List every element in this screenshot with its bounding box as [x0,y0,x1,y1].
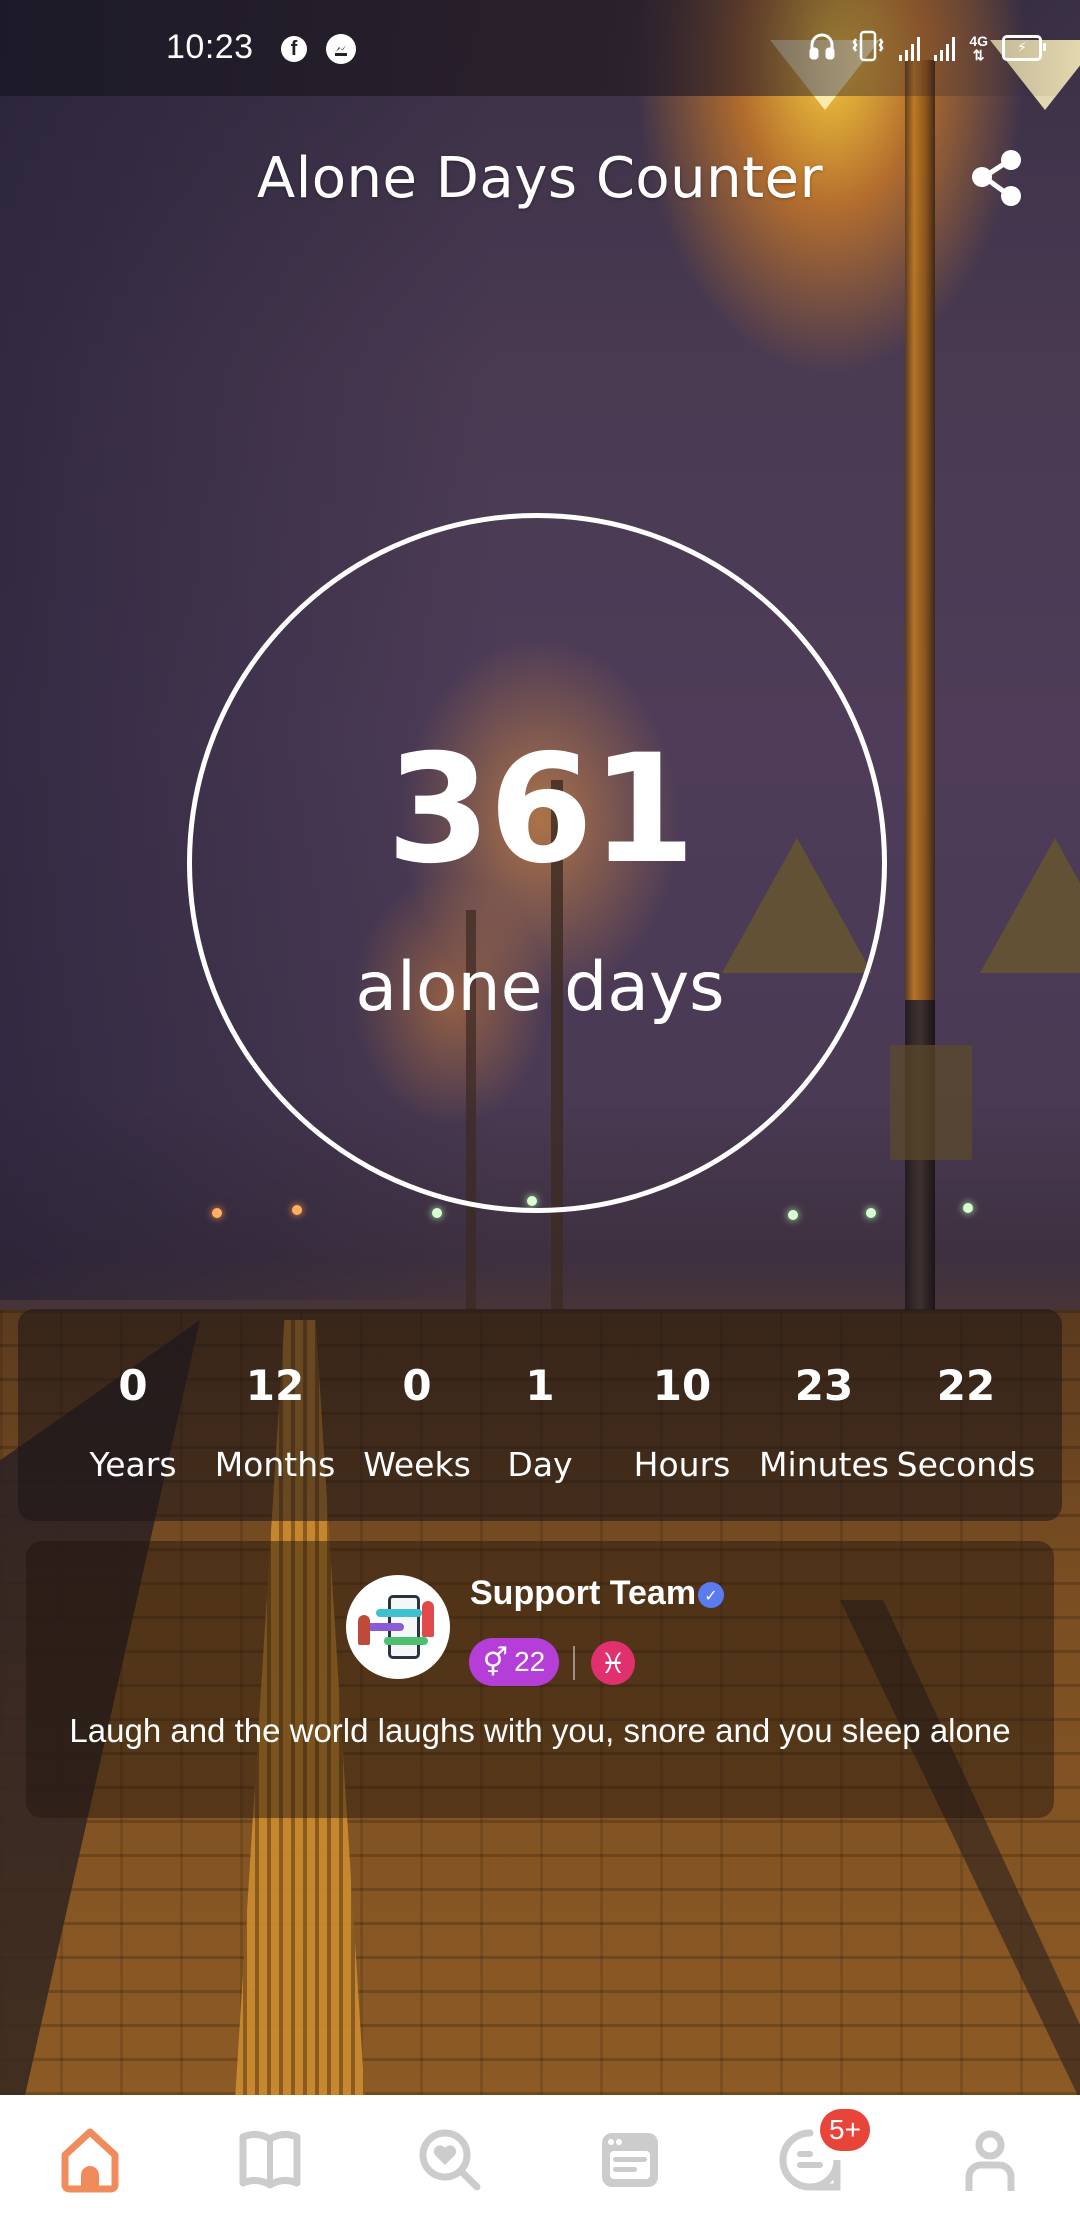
stat-value: 1 [525,1361,555,1410]
home-icon [61,2128,119,2193]
stat-seconds: 22 Seconds [895,1309,1037,1521]
battery-charging-icon: ⚡ [1002,35,1046,61]
quote-text: Laugh and the world laughs with you, sno… [69,1712,1011,1749]
messenger-icon [326,34,356,64]
divider [573,1646,575,1680]
news-icon [602,2133,658,2187]
bottom-nav: 5+ [0,2095,1080,2218]
4g-icon: 4G ⇅ [969,33,988,63]
days-count: 361 [386,723,695,897]
nav-messages[interactable]: 5+ [720,2095,900,2218]
stat-minutes: 23 Minutes [753,1309,895,1521]
stat-value: 22 [936,1361,996,1410]
stat-months: 12 Months [204,1309,346,1521]
heart-search-icon [419,2129,481,2191]
stat-unit: Hours [633,1445,731,1484]
stat-value: 0 [402,1361,432,1410]
pisces-icon: ♓ [591,1641,635,1685]
share-button[interactable] [966,146,1030,210]
nav-discover[interactable] [360,2095,540,2218]
status-bar: 10:23 f 4G ⇅ ⚡ [0,0,1080,96]
stat-unit: Minutes [759,1445,889,1484]
age-badge: ⚥ 22 [469,1638,559,1686]
stat-value: 23 [794,1361,854,1410]
stat-years: 0 Years [62,1309,204,1521]
facebook-icon: f [281,36,307,62]
share-icon [972,150,1021,206]
nav-feed[interactable] [540,2095,720,2218]
quote-card[interactable]: Support Team ✓ ⚥ 22 ♓ Laugh and the worl… [26,1541,1054,1818]
stat-unit: Day [507,1445,573,1484]
signal-icon [934,35,956,61]
stat-unit: Months [214,1445,336,1484]
stat-value: 0 [118,1361,148,1410]
days-label: alone days [355,948,725,1027]
stat-weeks: 0 Weeks [346,1309,488,1521]
headphones-icon [807,31,837,65]
stat-value: 10 [652,1361,712,1410]
page-title: Alone Days Counter [256,146,824,211]
vibrate-icon [851,30,885,66]
age-value: 22 [514,1646,546,1677]
verified-badge-icon: ✓ [698,1582,724,1608]
time-breakdown-panel: 0 Years 12 Months 0 Weeks 1 Day 10 Hours… [18,1309,1062,1521]
nav-profile[interactable] [900,2095,1080,2218]
author-name[interactable]: Support Team [470,1571,696,1615]
stat-unit: Seconds [896,1445,1036,1484]
person-icon [965,2130,1015,2191]
nav-book[interactable] [180,2095,360,2218]
book-icon [239,2130,301,2189]
avatar[interactable] [346,1575,450,1679]
notification-badge: 5+ [820,2109,870,2151]
stat-days: 1 Day [469,1309,611,1521]
status-time: 10:23 [166,28,254,66]
nav-home[interactable] [0,2095,180,2218]
stat-hours: 10 Hours [611,1309,753,1521]
stat-unit: Years [89,1445,177,1484]
gender-icon: ⚥ [482,1646,509,1678]
stat-value: 12 [245,1361,305,1410]
signal-icon [899,35,921,61]
